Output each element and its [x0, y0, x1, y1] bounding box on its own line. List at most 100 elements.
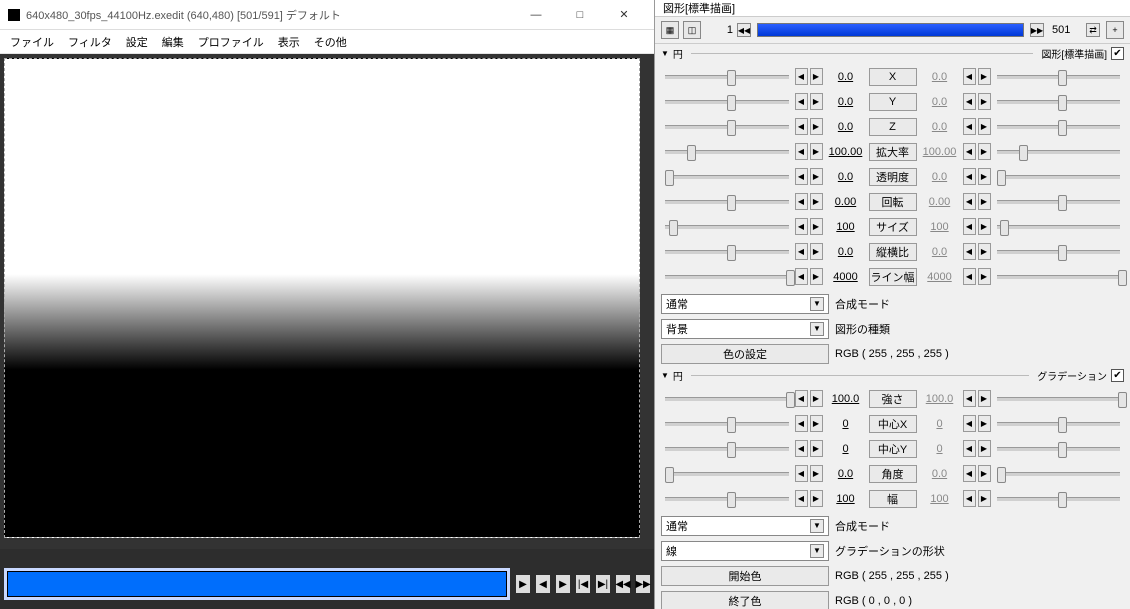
decrement-button[interactable]: ◀ — [795, 243, 808, 260]
param-label[interactable]: 拡大率 — [869, 143, 917, 161]
param-value-right[interactable]: 0.0 — [919, 121, 961, 133]
add-button[interactable]: + — [1106, 21, 1124, 39]
param-value-right[interactable]: 100 — [919, 493, 961, 505]
prev-frame-button[interactable]: ◀ — [536, 575, 550, 593]
maximize-button[interactable]: □ — [558, 1, 602, 29]
param-slider[interactable] — [665, 447, 789, 451]
param-value-left[interactable]: 0 — [825, 443, 867, 455]
param-slider[interactable] — [665, 472, 789, 476]
increment-button[interactable]: ▶ — [810, 93, 823, 110]
param-value-left[interactable]: 0.0 — [825, 121, 867, 133]
param-value-left[interactable]: 100.00 — [825, 146, 867, 158]
decrement-button[interactable]: ◀ — [963, 440, 976, 457]
decrement-button[interactable]: ◀ — [963, 218, 976, 235]
param-slider[interactable] — [997, 75, 1121, 79]
frame-bar[interactable] — [757, 23, 1024, 37]
increment-button[interactable]: ▶ — [810, 68, 823, 85]
increment-button[interactable]: ▶ — [810, 415, 823, 432]
param-slider[interactable] — [997, 250, 1121, 254]
param-value-right[interactable]: 0.0 — [919, 171, 961, 183]
next-frame-button[interactable]: ▶ — [556, 575, 570, 593]
param-value-left[interactable]: 100 — [825, 221, 867, 233]
param-value-right[interactable]: 4000 — [919, 271, 961, 283]
decrement-button[interactable]: ◀ — [963, 93, 976, 110]
param-value-right[interactable]: 0.00 — [919, 196, 961, 208]
increment-button[interactable]: ▶ — [978, 415, 991, 432]
param-label[interactable]: サイズ — [869, 218, 917, 236]
param-label[interactable]: 強さ — [869, 390, 917, 408]
decrement-button[interactable]: ◀ — [795, 465, 808, 482]
menu-filter[interactable]: フィルタ — [68, 34, 112, 50]
param-value-right[interactable]: 100.0 — [919, 393, 961, 405]
tool-btn-1[interactable]: ▦ — [661, 21, 679, 39]
param-slider[interactable] — [665, 275, 789, 279]
skip-fwd-button[interactable]: ▶| — [596, 575, 610, 593]
increment-button[interactable]: ▶ — [978, 390, 991, 407]
param-slider[interactable] — [997, 225, 1121, 229]
preview-canvas[interactable] — [4, 58, 640, 538]
increment-button[interactable]: ▶ — [978, 118, 991, 135]
menu-file[interactable]: ファイル — [10, 34, 54, 50]
param-slider[interactable] — [665, 100, 789, 104]
param-slider[interactable] — [665, 397, 789, 401]
param-value-right[interactable]: 100 — [919, 221, 961, 233]
param-value-right[interactable]: 0 — [919, 418, 961, 430]
increment-button[interactable]: ▶ — [978, 93, 991, 110]
param-slider[interactable] — [997, 125, 1121, 129]
param-slider[interactable] — [665, 422, 789, 426]
collapse-icon[interactable]: ▼ — [661, 371, 669, 380]
select-dropdown[interactable]: 線▼ — [661, 541, 829, 561]
decrement-button[interactable]: ◀ — [795, 118, 808, 135]
menu-edit[interactable]: 編集 — [162, 34, 184, 50]
increment-button[interactable]: ▶ — [978, 218, 991, 235]
tool-btn-2[interactable]: ◫ — [683, 21, 701, 39]
select-dropdown[interactable]: 通常▼ — [661, 516, 829, 536]
param-value-left[interactable]: 100.0 — [825, 393, 867, 405]
param-value-right[interactable]: 0.0 — [919, 96, 961, 108]
decrement-button[interactable]: ◀ — [795, 268, 808, 285]
minimize-button[interactable]: — — [514, 1, 558, 29]
increment-button[interactable]: ▶ — [978, 68, 991, 85]
menu-other[interactable]: その他 — [314, 34, 347, 50]
increment-button[interactable]: ▶ — [810, 268, 823, 285]
decrement-button[interactable]: ◀ — [795, 218, 808, 235]
param-slider[interactable] — [997, 447, 1121, 451]
param-label[interactable]: 縦横比 — [869, 243, 917, 261]
frame-last-button[interactable]: ▶▶ — [1030, 23, 1044, 37]
increment-button[interactable]: ▶ — [978, 193, 991, 210]
param-value-left[interactable]: 0.0 — [825, 246, 867, 258]
param-slider[interactable] — [997, 150, 1121, 154]
param-value-left[interactable]: 0.0 — [825, 71, 867, 83]
decrement-button[interactable]: ◀ — [795, 193, 808, 210]
param-value-left[interactable]: 0.0 — [825, 171, 867, 183]
increment-button[interactable]: ▶ — [978, 143, 991, 160]
increment-button[interactable]: ▶ — [810, 143, 823, 160]
decrement-button[interactable]: ◀ — [963, 465, 976, 482]
select-dropdown[interactable]: 背景▼ — [661, 319, 829, 339]
increment-button[interactable]: ▶ — [978, 268, 991, 285]
param-slider[interactable] — [997, 397, 1121, 401]
param-slider[interactable] — [665, 225, 789, 229]
param-slider[interactable] — [665, 75, 789, 79]
param-slider[interactable] — [665, 125, 789, 129]
param-value-right[interactable]: 0.0 — [919, 468, 961, 480]
param-label[interactable]: 幅 — [869, 490, 917, 508]
play-button[interactable]: ▶ — [516, 575, 530, 593]
param-label[interactable]: Z — [869, 118, 917, 136]
decrement-button[interactable]: ◀ — [795, 168, 808, 185]
frame-first-button[interactable]: ◀◀ — [737, 23, 751, 37]
increment-button[interactable]: ▶ — [978, 490, 991, 507]
decrement-button[interactable]: ◀ — [795, 440, 808, 457]
param-slider[interactable] — [665, 250, 789, 254]
param-value-left[interactable]: 0.0 — [825, 96, 867, 108]
param-slider[interactable] — [997, 275, 1121, 279]
param-value-left[interactable]: 0 — [825, 418, 867, 430]
decrement-button[interactable]: ◀ — [795, 490, 808, 507]
increment-button[interactable]: ▶ — [810, 440, 823, 457]
param-label[interactable]: 中心X — [869, 415, 917, 433]
decrement-button[interactable]: ◀ — [963, 415, 976, 432]
swap-button[interactable]: ⇄ — [1086, 23, 1100, 37]
param-value-left[interactable]: 100 — [825, 493, 867, 505]
param-label[interactable]: ライン幅 — [869, 268, 917, 286]
param-label[interactable]: 中心Y — [869, 440, 917, 458]
